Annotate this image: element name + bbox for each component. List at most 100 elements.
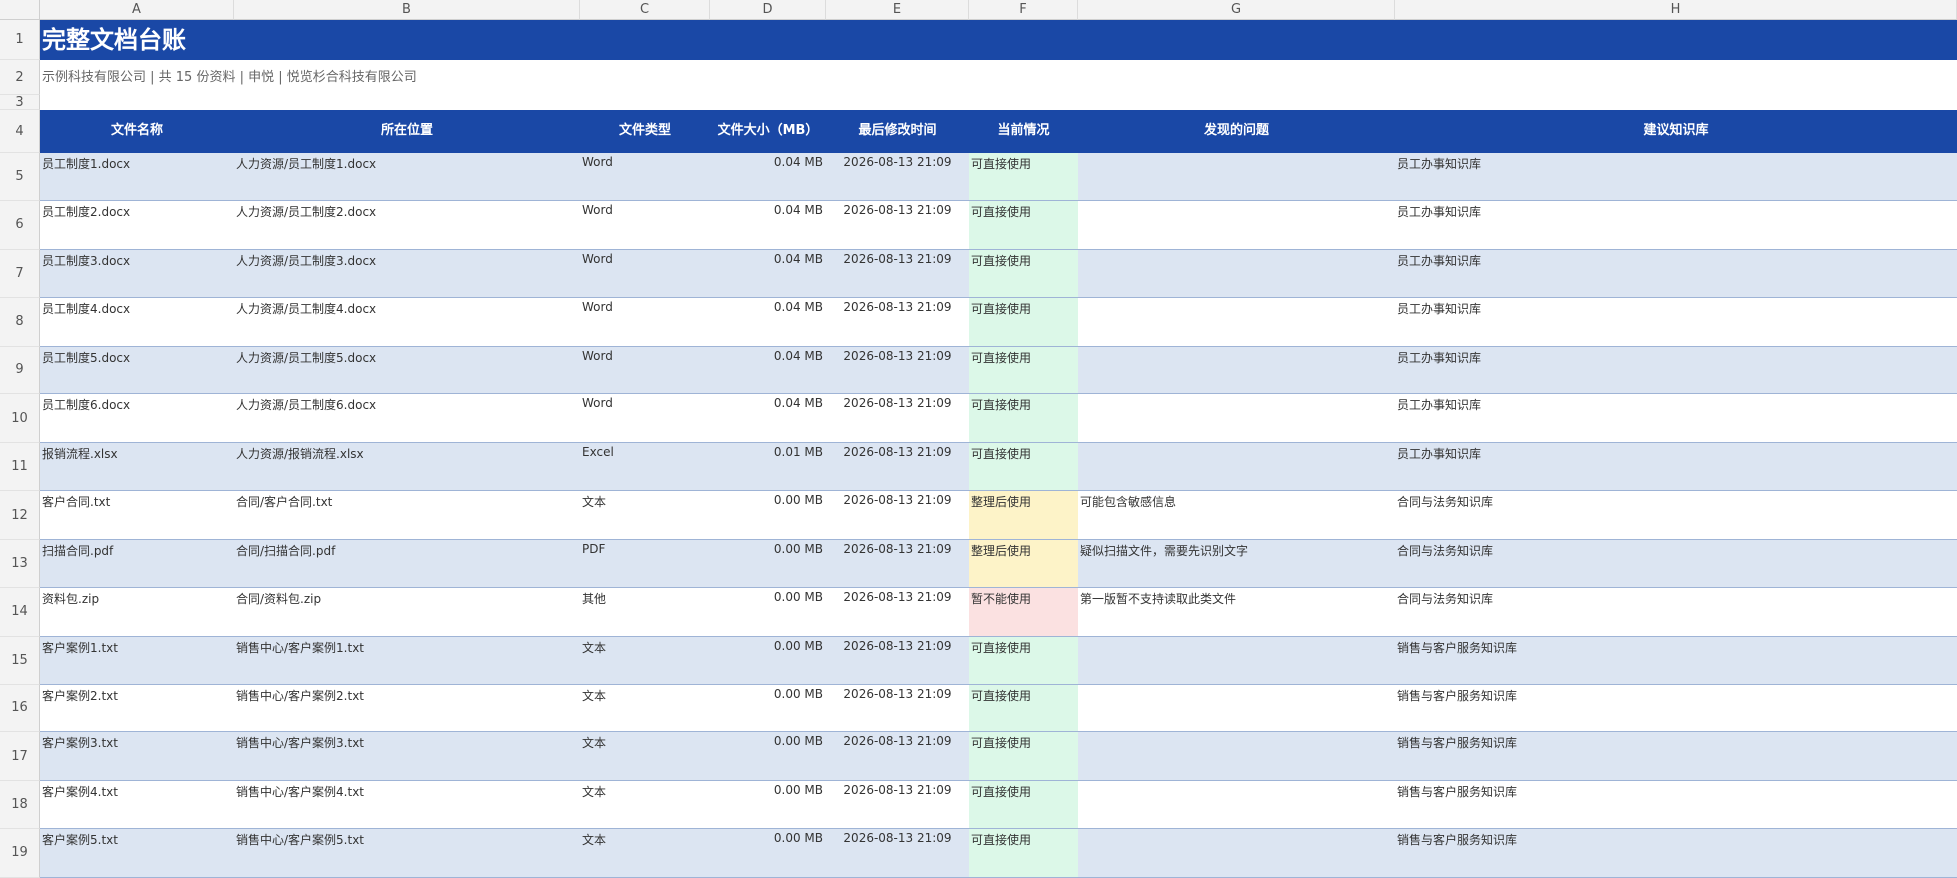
type-cell[interactable]: 文本 bbox=[580, 491, 710, 539]
mtime-cell[interactable]: 2026-08-13 21:09 bbox=[826, 491, 969, 539]
size-cell[interactable]: 0.00 MB bbox=[710, 491, 826, 539]
header-cell[interactable]: 发现的问题 bbox=[1078, 110, 1395, 153]
path-cell[interactable]: 销售中心/客户案例1.txt bbox=[234, 637, 580, 684]
file-name-cell[interactable]: 员工制度2.docx bbox=[40, 201, 234, 249]
issue-cell[interactable] bbox=[1078, 201, 1395, 249]
type-cell[interactable]: Word bbox=[580, 250, 710, 297]
type-cell[interactable]: Word bbox=[580, 298, 710, 346]
size-cell[interactable]: 0.04 MB bbox=[710, 394, 826, 442]
type-cell[interactable]: 文本 bbox=[580, 732, 710, 780]
kb-cell[interactable]: 销售与客户服务知识库 bbox=[1395, 829, 1957, 877]
type-cell[interactable]: Excel bbox=[580, 443, 710, 490]
column-header-c[interactable]: C bbox=[580, 0, 710, 20]
status-cell[interactable]: 可直接使用 bbox=[969, 829, 1078, 877]
kb-cell[interactable]: 员工办事知识库 bbox=[1395, 153, 1957, 200]
size-cell[interactable]: 0.00 MB bbox=[710, 732, 826, 780]
column-header-a[interactable]: A bbox=[40, 0, 234, 20]
status-cell[interactable]: 可直接使用 bbox=[969, 732, 1078, 781]
path-cell[interactable]: 合同/扫描合同.pdf bbox=[234, 540, 580, 587]
path-cell[interactable]: 销售中心/客户案例2.txt bbox=[234, 685, 580, 732]
file-name-cell[interactable]: 资料包.zip bbox=[40, 588, 234, 636]
issue-cell[interactable]: 疑似扫描文件，需要先识别文字 bbox=[1078, 540, 1395, 587]
size-cell[interactable]: 0.01 MB bbox=[710, 443, 826, 490]
path-cell[interactable]: 合同/客户合同.txt bbox=[234, 491, 580, 539]
kb-cell[interactable]: 员工办事知识库 bbox=[1395, 394, 1957, 442]
type-cell[interactable]: Word bbox=[580, 347, 710, 394]
type-cell[interactable]: 文本 bbox=[580, 637, 710, 684]
row-header-11[interactable]: 11 bbox=[0, 443, 40, 492]
path-cell[interactable]: 合同/资料包.zip bbox=[234, 588, 580, 636]
path-cell[interactable]: 人力资源/员工制度6.docx bbox=[234, 394, 580, 442]
mtime-cell[interactable]: 2026-08-13 21:09 bbox=[826, 732, 969, 780]
file-name-cell[interactable]: 员工制度4.docx bbox=[40, 298, 234, 346]
issue-cell[interactable]: 第一版暂不支持读取此类文件 bbox=[1078, 588, 1395, 636]
kb-cell[interactable]: 员工办事知识库 bbox=[1395, 443, 1957, 490]
file-name-cell[interactable]: 报销流程.xlsx bbox=[40, 443, 234, 490]
issue-cell[interactable] bbox=[1078, 250, 1395, 297]
issue-cell[interactable] bbox=[1078, 781, 1395, 828]
status-cell[interactable]: 可直接使用 bbox=[969, 249, 1078, 297]
path-cell[interactable]: 人力资源/员工制度2.docx bbox=[234, 201, 580, 249]
type-cell[interactable]: 文本 bbox=[580, 685, 710, 732]
column-header-d[interactable]: D bbox=[710, 0, 826, 20]
mtime-cell[interactable]: 2026-08-13 21:09 bbox=[826, 829, 969, 877]
size-cell[interactable]: 0.00 MB bbox=[710, 781, 826, 828]
row-header-2[interactable]: 2 bbox=[0, 60, 40, 96]
mtime-cell[interactable]: 2026-08-13 21:09 bbox=[826, 685, 969, 732]
mtime-cell[interactable]: 2026-08-13 21:09 bbox=[826, 443, 969, 490]
column-header-e[interactable]: E bbox=[826, 0, 969, 20]
status-cell[interactable]: 可直接使用 bbox=[969, 394, 1078, 443]
kb-cell[interactable]: 销售与客户服务知识库 bbox=[1395, 732, 1957, 780]
size-cell[interactable]: 0.04 MB bbox=[710, 347, 826, 394]
size-cell[interactable]: 0.04 MB bbox=[710, 153, 826, 200]
issue-cell[interactable] bbox=[1078, 685, 1395, 732]
mtime-cell[interactable]: 2026-08-13 21:09 bbox=[826, 588, 969, 636]
size-cell[interactable]: 0.00 MB bbox=[710, 588, 826, 636]
header-cell[interactable]: 文件大小（MB） bbox=[710, 110, 826, 153]
size-cell[interactable]: 0.00 MB bbox=[710, 637, 826, 684]
issue-cell[interactable] bbox=[1078, 732, 1395, 780]
issue-cell[interactable] bbox=[1078, 347, 1395, 394]
header-cell[interactable]: 文件类型 bbox=[580, 110, 710, 153]
issue-cell[interactable] bbox=[1078, 443, 1395, 490]
mtime-cell[interactable]: 2026-08-13 21:09 bbox=[826, 153, 969, 200]
mtime-cell[interactable]: 2026-08-13 21:09 bbox=[826, 394, 969, 442]
file-name-cell[interactable]: 员工制度5.docx bbox=[40, 347, 234, 394]
path-cell[interactable]: 销售中心/客户案例4.txt bbox=[234, 781, 580, 828]
file-name-cell[interactable]: 扫描合同.pdf bbox=[40, 540, 234, 587]
status-cell[interactable]: 整理后使用 bbox=[969, 491, 1078, 540]
size-cell[interactable]: 0.00 MB bbox=[710, 540, 826, 587]
file-name-cell[interactable]: 员工制度3.docx bbox=[40, 250, 234, 297]
kb-cell[interactable]: 合同与法务知识库 bbox=[1395, 588, 1957, 636]
mtime-cell[interactable]: 2026-08-13 21:09 bbox=[826, 250, 969, 297]
row-header-10[interactable]: 10 bbox=[0, 394, 40, 444]
path-cell[interactable]: 销售中心/客户案例3.txt bbox=[234, 732, 580, 780]
mtime-cell[interactable]: 2026-08-13 21:09 bbox=[826, 298, 969, 346]
issue-cell[interactable]: 可能包含敏感信息 bbox=[1078, 491, 1395, 539]
issue-cell[interactable] bbox=[1078, 637, 1395, 684]
row-header-19[interactable]: 19 bbox=[0, 829, 40, 878]
mtime-cell[interactable]: 2026-08-13 21:09 bbox=[826, 781, 969, 828]
type-cell[interactable]: Word bbox=[580, 153, 710, 200]
header-cell[interactable]: 当前情况 bbox=[969, 110, 1078, 153]
size-cell[interactable]: 0.04 MB bbox=[710, 201, 826, 249]
issue-cell[interactable] bbox=[1078, 394, 1395, 442]
kb-cell[interactable]: 销售与客户服务知识库 bbox=[1395, 781, 1957, 828]
mtime-cell[interactable]: 2026-08-13 21:09 bbox=[826, 201, 969, 249]
row-header-9[interactable]: 9 bbox=[0, 346, 40, 395]
status-cell[interactable]: 可直接使用 bbox=[969, 443, 1078, 491]
row-header-5[interactable]: 5 bbox=[0, 153, 40, 201]
kb-cell[interactable]: 员工办事知识库 bbox=[1395, 298, 1957, 346]
mtime-cell[interactable]: 2026-08-13 21:09 bbox=[826, 540, 969, 587]
file-name-cell[interactable]: 客户案例3.txt bbox=[40, 732, 234, 780]
header-cell[interactable]: 最后修改时间 bbox=[826, 110, 969, 153]
kb-cell[interactable]: 合同与法务知识库 bbox=[1395, 491, 1957, 539]
size-cell[interactable]: 0.00 MB bbox=[710, 685, 826, 732]
issue-cell[interactable] bbox=[1078, 153, 1395, 200]
column-header-h[interactable]: H bbox=[1395, 0, 1957, 20]
mtime-cell[interactable]: 2026-08-13 21:09 bbox=[826, 347, 969, 394]
issue-cell[interactable] bbox=[1078, 298, 1395, 346]
path-cell[interactable]: 人力资源/员工制度5.docx bbox=[234, 347, 580, 394]
file-name-cell[interactable]: 客户案例1.txt bbox=[40, 637, 234, 684]
header-cell[interactable]: 所在位置 bbox=[234, 110, 580, 153]
